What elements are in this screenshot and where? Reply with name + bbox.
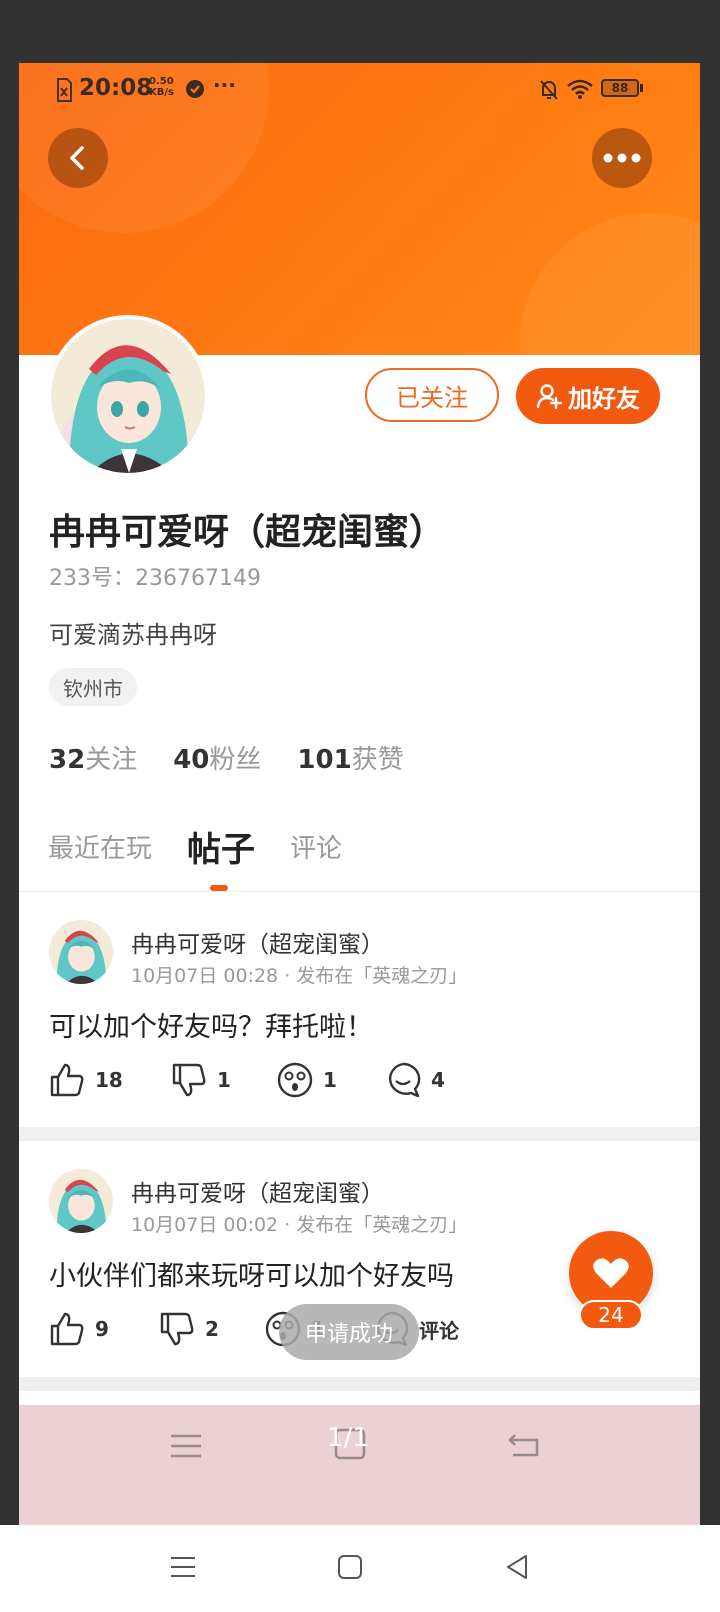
more-dots-icon — [603, 153, 641, 163]
add-user-icon — [536, 384, 562, 409]
post-author[interactable]: 冉冉可爱呀（超宠闺蜜） — [131, 925, 384, 959]
comment-button[interactable]: 4 — [385, 1062, 445, 1098]
like-button[interactable]: 18 — [49, 1062, 171, 1098]
avatar-image — [49, 920, 113, 984]
back-button[interactable] — [48, 128, 108, 188]
post-body[interactable]: 小伙伴们都来玩呀可以加个好友吗 — [49, 1254, 454, 1293]
shock-count: 1 — [323, 1068, 337, 1092]
like-fab-count: 24 — [579, 1300, 643, 1330]
battery-indicator: 88 — [601, 79, 639, 97]
post-meta: 10月07日 00:28 · 发布在「英魂之刃」 — [131, 965, 468, 987]
profile-banner: 20:08 0.50 KB/s ··· 88 — [19, 63, 700, 355]
stat-following[interactable]: 32关注 — [49, 739, 137, 776]
toast-message: 申请成功 — [279, 1304, 419, 1360]
menu-icon[interactable] — [169, 1433, 203, 1459]
back-triangle-icon[interactable] — [505, 1554, 529, 1580]
chevron-left-icon — [70, 146, 84, 170]
status-bar: 20:08 0.50 KB/s ··· 88 — [19, 73, 700, 105]
thumbs-up-icon — [50, 1063, 84, 1097]
like-count: 9 — [95, 1317, 109, 1341]
profile-tabs: 最近在玩 帖子 评论 — [19, 828, 700, 888]
like-count: 18 — [95, 1068, 123, 1092]
sim-icon — [57, 78, 72, 102]
more-options-button[interactable] — [592, 128, 652, 188]
shock-reaction-button[interactable]: 1 — [277, 1062, 385, 1098]
app-status-icon — [186, 80, 204, 98]
profile-avatar[interactable] — [51, 319, 205, 473]
comment-label: 评论 — [419, 1318, 459, 1343]
shocked-face-icon — [277, 1062, 313, 1098]
profile-stats: 32关注 40粉丝 101获赞 — [49, 739, 404, 776]
tab-recently-played[interactable]: 最近在玩 — [48, 828, 152, 865]
app-screen: 20:08 0.50 KB/s ··· 88 已关注 加好友 冉冉可爱呀（超宠闺… — [19, 63, 700, 1525]
avatar-image — [51, 319, 205, 473]
recent-apps-icon[interactable] — [169, 1555, 197, 1579]
wifi-icon — [567, 79, 593, 99]
more-notifications: ··· — [213, 73, 236, 97]
heart-icon — [593, 1258, 629, 1288]
return-icon[interactable] — [507, 1431, 543, 1459]
thumbs-down-icon — [172, 1063, 206, 1097]
post-author[interactable]: 冉冉可爱呀（超宠闺蜜） — [131, 1174, 384, 1208]
comment-icon — [388, 1062, 421, 1098]
post-actions: 18 1 1 4 — [49, 1062, 445, 1098]
dislike-count: 1 — [217, 1068, 231, 1092]
avatar-image — [49, 1169, 113, 1233]
comment-count: 4 — [431, 1068, 445, 1092]
profile-name: 冉冉可爱呀（超宠闺蜜） — [49, 512, 446, 553]
dislike-button[interactable]: 1 — [171, 1062, 277, 1098]
dislike-button[interactable]: 2 — [159, 1311, 265, 1347]
page-indicator: 1/1 — [327, 1423, 369, 1453]
post-avatar[interactable] — [49, 920, 113, 984]
post-body[interactable]: 可以加个好友吗？拜托啦！ — [49, 1005, 373, 1044]
add-friend-button[interactable]: 加好友 — [516, 368, 660, 424]
stat-likes: 101获赞 — [297, 745, 404, 775]
profile-id[interactable]: 233号：236767149 — [49, 560, 261, 592]
tab-posts[interactable]: 帖子 — [187, 822, 255, 871]
thumbs-up-icon — [50, 1312, 84, 1346]
post-avatar[interactable] — [49, 1169, 113, 1233]
dislike-count: 2 — [205, 1317, 219, 1341]
profile-bio: 可爱滴苏冉冉呀 — [49, 621, 217, 649]
stat-fans[interactable]: 40粉丝 — [173, 739, 261, 776]
home-icon[interactable] — [337, 1554, 363, 1580]
tab-comments[interactable]: 评论 — [290, 828, 342, 865]
post-meta: 10月07日 00:02 · 发布在「英魂之刃」 — [131, 1214, 468, 1236]
location-tag: 钦州市 — [49, 668, 137, 706]
system-nav-bar — [0, 1525, 720, 1612]
thumbs-down-icon — [160, 1312, 194, 1346]
add-friend-label: 加好友 — [568, 384, 640, 413]
followed-button[interactable]: 已关注 — [365, 368, 499, 422]
clock: 20:08 — [79, 75, 153, 101]
like-button[interactable]: 9 — [49, 1311, 159, 1347]
bell-muted-icon — [540, 80, 558, 100]
post-card[interactable]: 冉冉可爱呀（超宠闺蜜） 10月07日 00:28 · 发布在「英魂之刃」 可以加… — [19, 892, 700, 1127]
net-speed: 0.50 KB/s — [149, 76, 174, 98]
